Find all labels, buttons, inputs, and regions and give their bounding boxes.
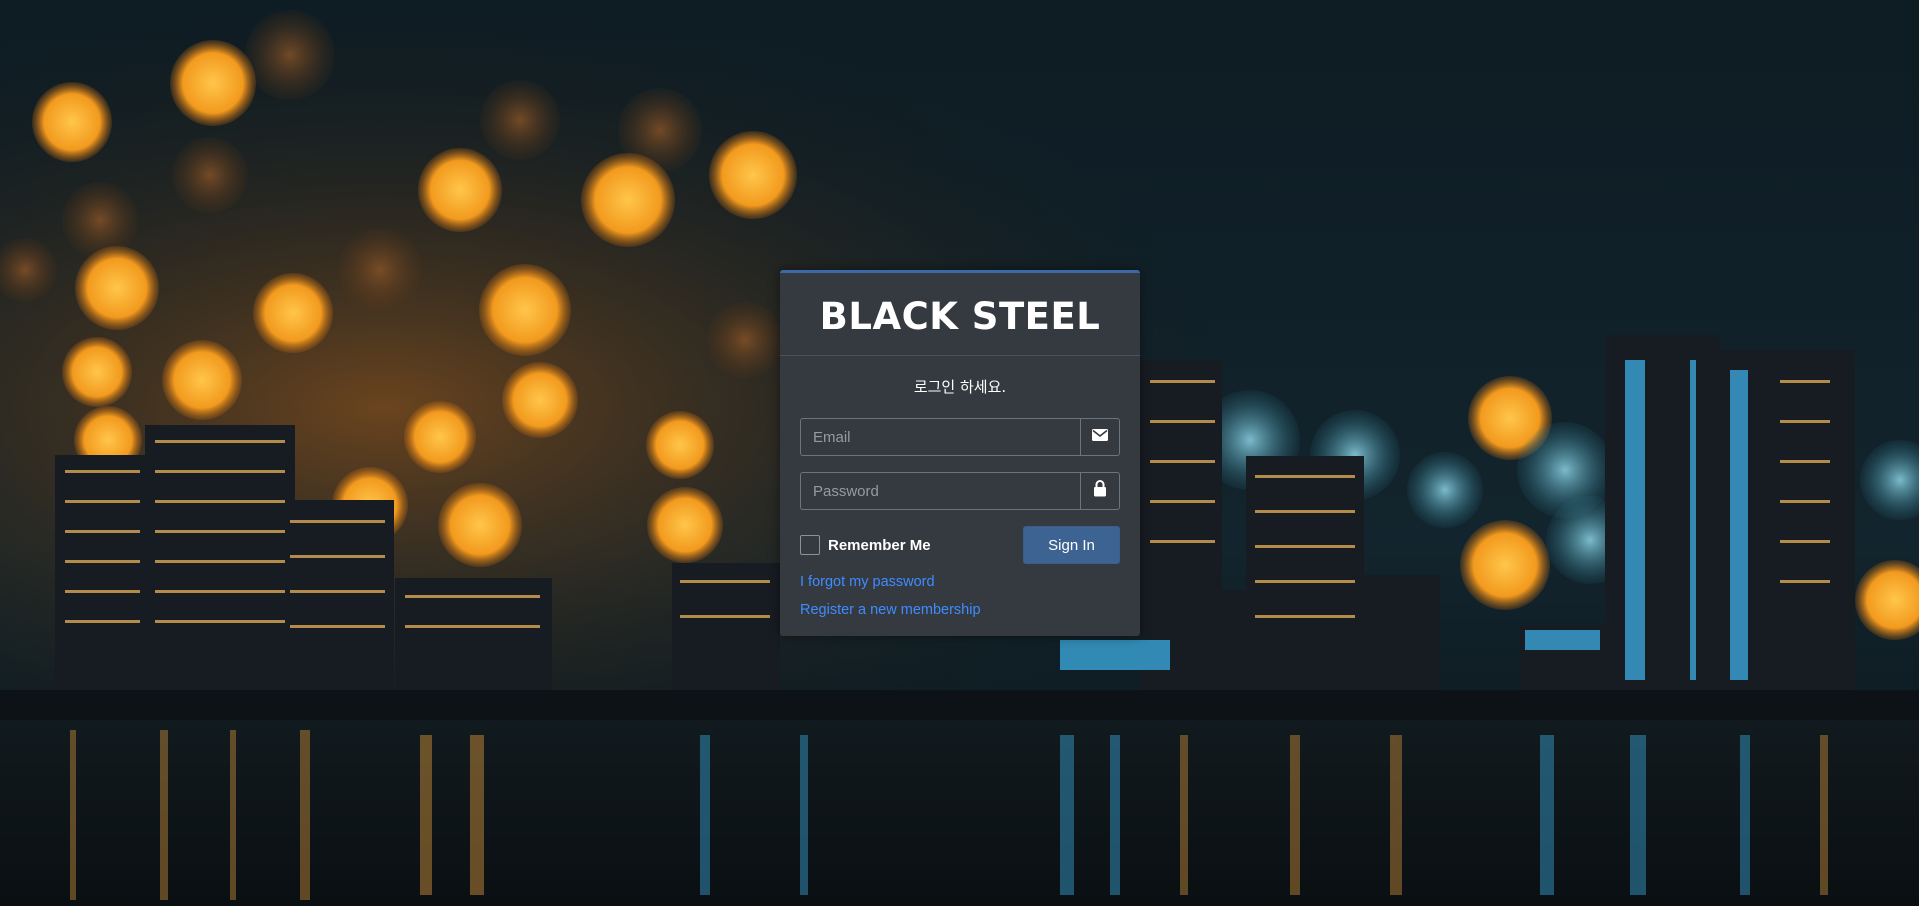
register-link[interactable]: Register a new membership xyxy=(800,596,1120,624)
forgot-password-link[interactable]: I forgot my password xyxy=(800,568,1120,596)
form-actions-row: Remember Me Sign In xyxy=(800,526,1120,564)
password-input[interactable] xyxy=(800,472,1080,510)
login-message: 로그인 하세요. xyxy=(913,378,1007,396)
envelope-icon xyxy=(1092,428,1108,446)
lock-icon xyxy=(1093,480,1107,502)
remember-me[interactable]: Remember Me xyxy=(800,535,931,555)
email-input-group xyxy=(800,418,1120,456)
auth-links: I forgot my password Register a new memb… xyxy=(800,568,1120,624)
brand-title[interactable]: BLACK STEEL xyxy=(820,295,1101,338)
email-input[interactable] xyxy=(800,418,1080,456)
remember-me-label[interactable]: Remember Me xyxy=(828,537,931,554)
email-addon xyxy=(1080,418,1120,456)
password-addon xyxy=(1080,472,1120,510)
login-form: 로그인 하세요. Email Remember Me Sign In I for… xyxy=(780,356,1140,624)
login-box: BLACK STEEL 로그인 하세요. Email Remember Me S… xyxy=(780,270,1140,636)
remember-me-checkbox[interactable] xyxy=(800,535,820,555)
login-header: BLACK STEEL xyxy=(780,273,1140,356)
password-input-group xyxy=(800,472,1120,510)
sign-in-button[interactable]: Sign In xyxy=(1023,526,1120,564)
